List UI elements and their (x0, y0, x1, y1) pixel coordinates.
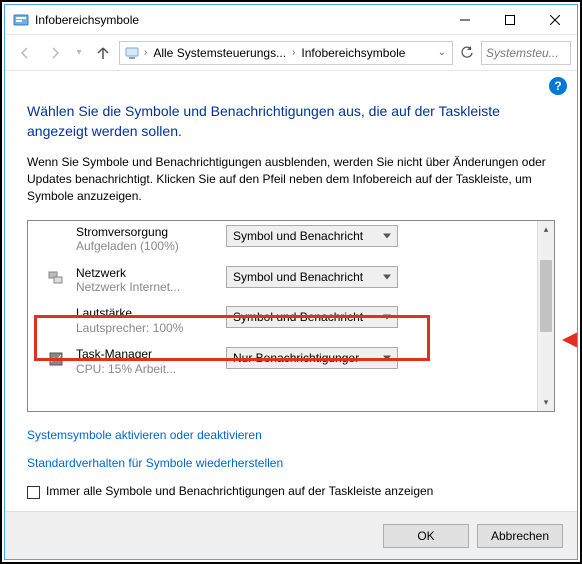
ok-button[interactable]: OK (383, 524, 469, 548)
search-input[interactable]: Systemsteu... (481, 41, 571, 65)
item-behavior-select[interactable]: Symbol und Benachricht (226, 306, 398, 328)
list-item: Netzwerk Netzwerk Internet... Symbol und… (38, 260, 533, 301)
window: Infobereichsymbole ▾ › Alle Systemsteuer… (4, 4, 578, 560)
item-name: Task-Manager (76, 347, 226, 361)
recent-dropdown[interactable]: ▾ (71, 39, 87, 67)
help-icon[interactable]: ? (549, 77, 567, 95)
item-name: Lautstärke (76, 306, 226, 320)
item-behavior-select[interactable]: Nur Benachrichtigunger (226, 347, 398, 369)
maximize-button[interactable] (487, 5, 532, 34)
scroll-down-button[interactable]: ▾ (538, 394, 554, 411)
navbar: ▾ › Alle Systemsteuerungs... › Infoberei… (5, 35, 577, 71)
taskmanager-icon (46, 349, 66, 369)
control-panel-icon (13, 12, 29, 28)
breadcrumb-seg-1[interactable]: Alle Systemsteuerungs... (149, 46, 290, 60)
window-title: Infobereichsymbole (35, 13, 442, 27)
scrollbar[interactable]: ▴ ▾ (537, 221, 554, 411)
item-name: Netzwerk (76, 266, 226, 280)
list-item: Task-Manager CPU: 15% Arbeit... Nur Bena… (38, 341, 533, 382)
pc-icon (124, 45, 140, 61)
close-button[interactable] (532, 5, 577, 34)
item-behavior-select[interactable]: Symbol und Benachricht (226, 225, 398, 247)
dialog-footer: OK Abbrechen (5, 511, 577, 559)
address-bar[interactable]: › Alle Systemsteuerungs... › Infobereich… (119, 41, 453, 65)
item-sub: Aufgeladen (100%) (76, 239, 226, 253)
breadcrumb-seg-2[interactable]: Infobereichsymbole (297, 46, 409, 60)
always-show-label: Immer alle Symbole und Benachrichtigunge… (46, 484, 433, 498)
titlebar: Infobereichsymbole (5, 5, 577, 35)
item-sub: Netzwerk Internet... (76, 280, 226, 294)
minimize-button[interactable] (442, 5, 487, 34)
network-icon (46, 268, 66, 288)
annotation-arrow (562, 329, 577, 351)
always-show-checkbox-row: Immer alle Symbole und Benachrichtigunge… (27, 484, 555, 499)
cancel-button[interactable]: Abbrechen (477, 524, 563, 548)
scroll-track[interactable] (538, 238, 554, 394)
back-button[interactable] (11, 39, 39, 67)
addr-dropdown-icon[interactable]: ⌄ (434, 47, 450, 58)
scroll-thumb[interactable] (540, 260, 552, 332)
page-description: Wenn Sie Symbole und Benachrichtigungen … (27, 154, 555, 206)
search-placeholder: Systemsteu... (486, 46, 559, 60)
content-area: ? Wählen Sie die Symbole und Benachricht… (5, 71, 577, 511)
refresh-button[interactable] (455, 41, 479, 65)
item-name: Stromversorgung (76, 225, 226, 239)
up-button[interactable] (89, 39, 117, 67)
chevron-right-icon[interactable]: › (142, 47, 149, 58)
scroll-up-button[interactable]: ▴ (538, 221, 554, 238)
list-item: Lautstärke Lautsprecher: 100% Symbol und… (38, 300, 533, 341)
page-heading: Wählen Sie die Symbole und Benachrichtig… (27, 101, 555, 142)
chevron-right-icon[interactable]: › (290, 47, 297, 58)
link-restore-defaults[interactable]: Standardverhalten für Symbole wiederhers… (27, 456, 555, 470)
list-item: Stromversorgung Aufgeladen (100%) Symbol… (38, 225, 533, 260)
always-show-checkbox[interactable] (27, 486, 40, 499)
icon-list: Stromversorgung Aufgeladen (100%) Symbol… (27, 220, 555, 412)
item-sub: CPU: 15% Arbeit... (76, 362, 226, 376)
forward-button[interactable] (41, 39, 69, 67)
link-system-icons[interactable]: Systemsymbole aktivieren oder deaktivier… (27, 428, 555, 442)
item-sub: Lautsprecher: 100% (76, 321, 226, 335)
item-behavior-select[interactable]: Symbol und Benachricht (226, 266, 398, 288)
